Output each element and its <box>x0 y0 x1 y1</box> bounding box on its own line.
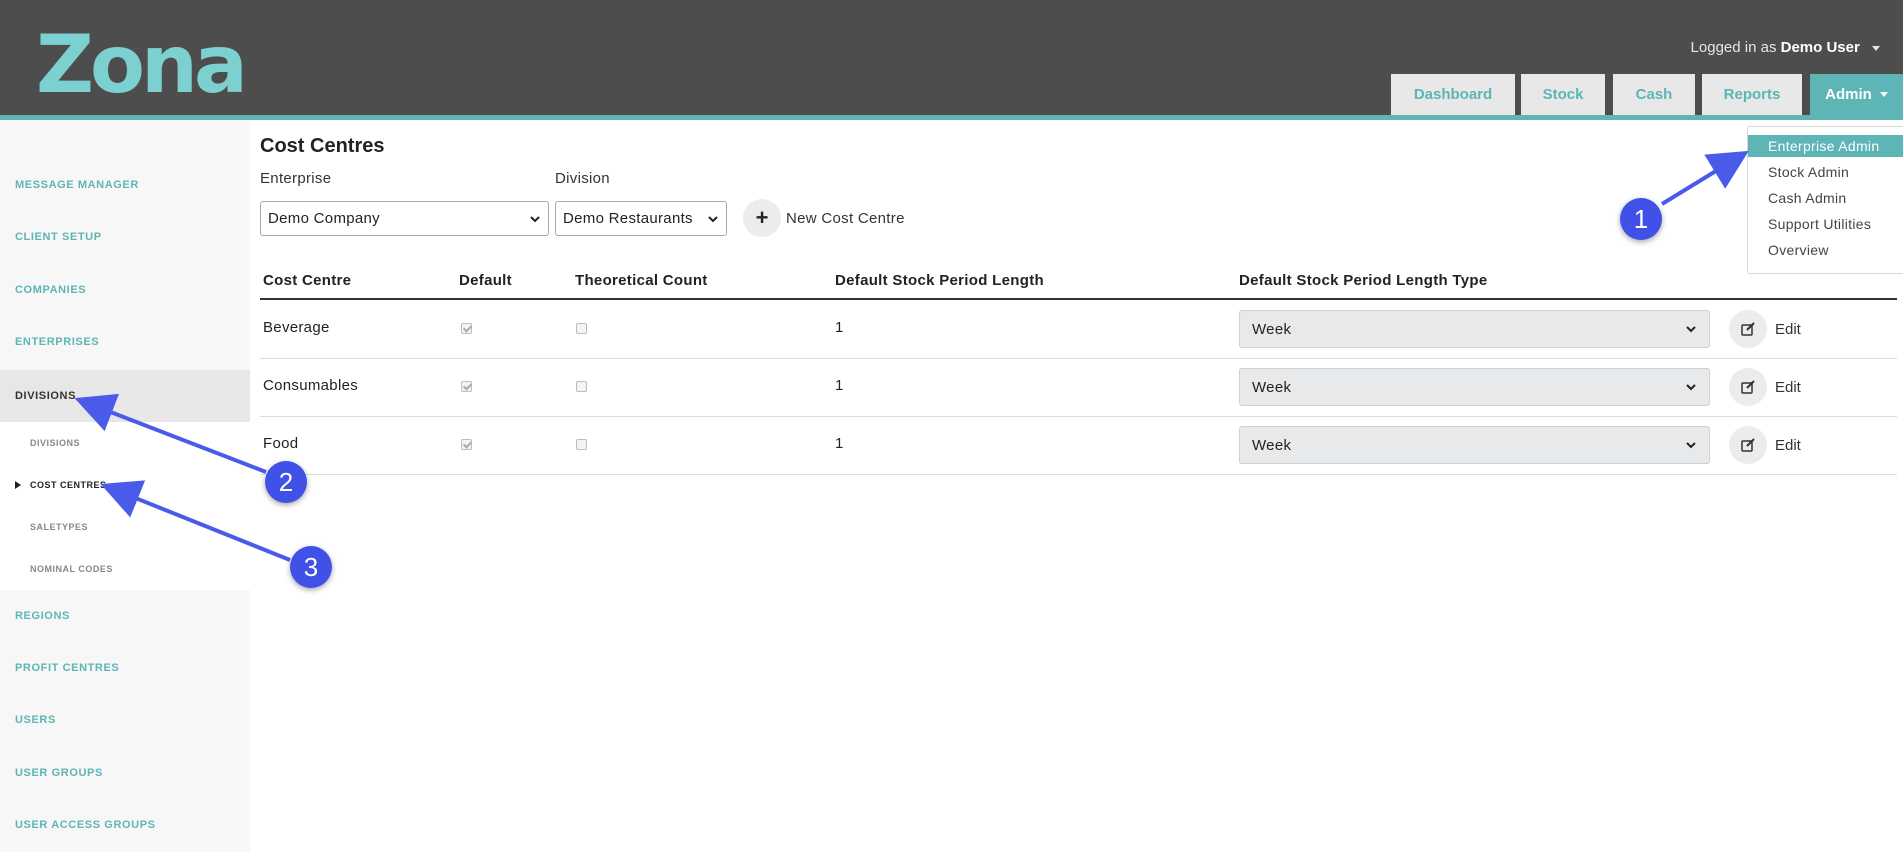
menu-item-stock-admin[interactable]: Stock Admin <box>1748 161 1903 183</box>
tab-reports[interactable]: Reports <box>1702 74 1802 115</box>
theoretical-count-checkbox <box>576 439 587 450</box>
tab-admin-label: Admin <box>1825 86 1872 103</box>
column-header-theoretical-count: Theoretical Count <box>575 272 708 289</box>
caret-down-icon <box>1872 45 1880 51</box>
zonal-logo[interactable]: Zonal <box>36 28 246 100</box>
admin-dropdown-menu: Enterprise Admin Stock Admin Cash Admin … <box>1747 126 1903 274</box>
default-checkbox <box>461 323 472 334</box>
annotation-marker-1: 1 <box>1620 198 1662 240</box>
sidebar-subitem-saletypes[interactable]: SALETYPES <box>0 506 250 548</box>
division-select-value: Demo Restaurants <box>563 210 693 227</box>
tab-stock-label: Stock <box>1542 86 1584 103</box>
menu-item-enterprise-admin[interactable]: Enterprise Admin <box>1748 135 1903 157</box>
page-title: Cost Centres <box>260 135 385 157</box>
sidebar-item-regions[interactable]: REGIONS <box>0 590 250 642</box>
annotation-marker-3: 3 <box>290 546 332 588</box>
chevron-down-icon <box>1686 442 1696 449</box>
arrow-to-enterprise-admin <box>1660 150 1749 206</box>
row-divider <box>260 474 1897 475</box>
default-checkbox <box>461 439 472 450</box>
default-checkbox <box>461 381 472 392</box>
cost-centre-name: Food <box>263 435 299 452</box>
period-type-value: Week <box>1252 378 1292 396</box>
edit-icon <box>1729 310 1767 348</box>
period-type-select[interactable]: Week <box>1239 368 1710 406</box>
chevron-down-icon <box>1686 326 1696 333</box>
edit-icon <box>1729 426 1767 464</box>
logged-in-menu[interactable]: Logged in as Demo User <box>1691 39 1880 56</box>
sidebar-subitem-divisions[interactable]: DIVISIONS <box>0 422 250 464</box>
column-header-period-length: Default Stock Period Length <box>835 272 1044 289</box>
tab-cash[interactable]: Cash <box>1613 74 1695 115</box>
sidebar-item-client-setup[interactable]: CLIENT SETUP <box>0 211 250 263</box>
tab-admin[interactable]: Admin <box>1810 74 1903 115</box>
enterprise-select-value: Demo Company <box>268 210 380 227</box>
new-cost-centre-button[interactable]: + New Cost Centre <box>743 199 905 237</box>
period-length-value: 1 <box>835 377 844 394</box>
cost-centre-name: Consumables <box>263 377 359 394</box>
sidebar: MESSAGE MANAGER CLIENT SETUP COMPANIES E… <box>0 120 250 852</box>
sidebar-item-companies[interactable]: COMPANIES <box>0 264 250 316</box>
menu-item-support-utilities[interactable]: Support Utilities <box>1748 213 1903 235</box>
theoretical-count-checkbox <box>576 323 587 334</box>
table-header-divider <box>260 298 1897 300</box>
annotation-marker-2: 2 <box>265 461 307 503</box>
svg-text:Zonal: Zonal <box>36 28 246 100</box>
chevron-down-icon <box>708 216 718 223</box>
edit-label: Edit <box>1775 436 1801 454</box>
user-name: Demo User <box>1780 39 1860 56</box>
sidebar-subitem-cost-centres[interactable]: COST CENTRES <box>0 464 250 506</box>
column-header-period-length-type: Default Stock Period Length Type <box>1239 272 1488 289</box>
theoretical-count-checkbox <box>576 381 587 392</box>
chevron-down-icon <box>1686 384 1696 391</box>
tab-reports-label: Reports <box>1723 86 1781 103</box>
edit-button[interactable]: Edit <box>1729 310 1801 348</box>
enterprise-select[interactable]: Demo Company <box>260 201 549 236</box>
header-accent-line <box>0 115 1903 120</box>
menu-item-cash-admin[interactable]: Cash Admin <box>1748 187 1903 209</box>
edit-icon <box>1729 368 1767 406</box>
edit-button[interactable]: Edit <box>1729 426 1801 464</box>
period-type-select[interactable]: Week <box>1239 310 1710 348</box>
enterprise-label: Enterprise <box>260 170 332 187</box>
chevron-down-icon <box>530 216 540 223</box>
sidebar-item-user-access-groups[interactable]: USER ACCESS GROUPS <box>0 799 250 851</box>
period-type-value: Week <box>1252 436 1292 454</box>
division-label: Division <box>555 170 610 187</box>
tab-stock[interactable]: Stock <box>1521 74 1605 115</box>
sidebar-item-users[interactable]: USERS <box>0 694 250 746</box>
period-length-value: 1 <box>835 319 844 336</box>
row-divider <box>260 416 1897 417</box>
division-select[interactable]: Demo Restaurants <box>555 201 727 236</box>
sidebar-item-user-groups[interactable]: USER GROUPS <box>0 747 250 799</box>
edit-label: Edit <box>1775 320 1801 338</box>
period-type-value: Week <box>1252 320 1292 338</box>
login-prefix: Logged in as <box>1690 39 1777 56</box>
cost-centre-name: Beverage <box>263 319 330 336</box>
period-type-select[interactable]: Week <box>1239 426 1710 464</box>
edit-label: Edit <box>1775 378 1801 396</box>
row-divider <box>260 358 1897 359</box>
column-header-cost-centre: Cost Centre <box>263 272 352 289</box>
sidebar-subitem-nominal-codes[interactable]: NOMINAL CODES <box>0 548 250 590</box>
sidebar-item-message-manager[interactable]: MESSAGE MANAGER <box>0 159 250 211</box>
tab-cash-label: Cash <box>1635 86 1673 103</box>
caret-down-icon <box>1879 92 1888 97</box>
sidebar-item-enterprises[interactable]: ENTERPRISES <box>0 316 250 368</box>
sidebar-item-profit-centres[interactable]: PROFIT CENTRES <box>0 642 250 694</box>
tab-dashboard[interactable]: Dashboard <box>1391 74 1515 115</box>
menu-item-overview[interactable]: Overview <box>1748 239 1903 261</box>
column-header-default: Default <box>459 272 512 289</box>
sidebar-item-divisions[interactable]: DIVISIONS <box>0 370 250 422</box>
plus-icon: + <box>743 199 781 237</box>
period-length-value: 1 <box>835 435 844 452</box>
top-header: Zonal Logged in as Demo User Dashboard S… <box>0 0 1903 115</box>
current-page-triangle-icon <box>15 481 21 489</box>
tab-dashboard-label: Dashboard <box>1413 86 1493 103</box>
edit-button[interactable]: Edit <box>1729 368 1801 406</box>
new-cost-centre-label: New Cost Centre <box>786 209 905 227</box>
sidebar-subitem-cost-centres-label: COST CENTRES <box>30 480 107 490</box>
